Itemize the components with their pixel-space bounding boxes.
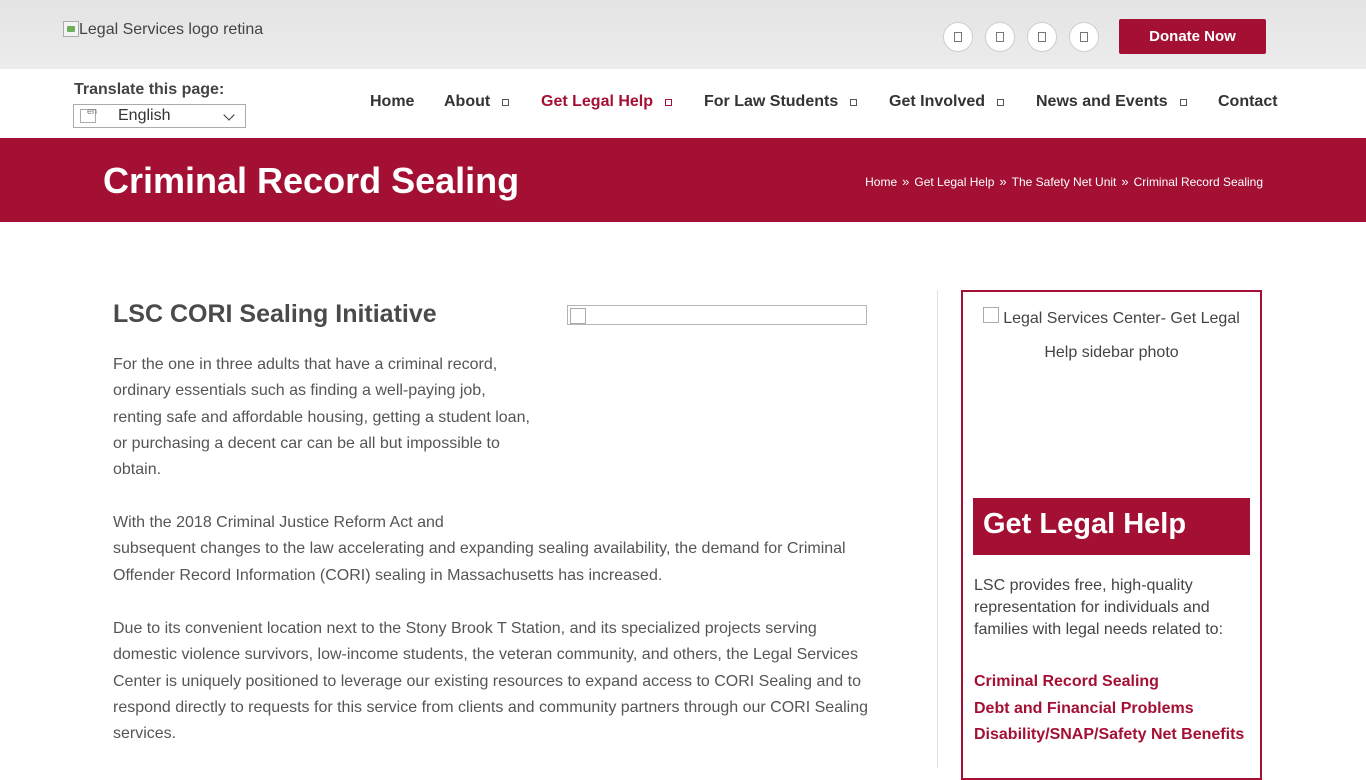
dropdown-icon	[997, 98, 1005, 106]
site-logo[interactable]: Legal Services logo retina	[63, 21, 263, 39]
main-navbar: Translate this page: en English Home Abo…	[0, 69, 1366, 138]
breadcrumb: Home » Get Legal Help » The Safety Net U…	[865, 174, 1263, 189]
social-links	[943, 22, 1111, 52]
content-image-placeholder	[567, 305, 867, 325]
sidebar-link-criminal-record-sealing[interactable]: Criminal Record Sealing	[974, 671, 1251, 693]
breadcrumb-separator: »	[1121, 174, 1129, 189]
facebook-icon[interactable]	[943, 22, 973, 52]
instagram-icon[interactable]	[1027, 22, 1057, 52]
paragraph-reform-act: With the 2018 Criminal Justice Reform Ac…	[113, 514, 846, 584]
breadcrumb-separator: »	[999, 174, 1007, 189]
top-bar: Legal Services logo retina Donate Now	[0, 0, 1366, 69]
nav-item-contact[interactable]: Contact	[1218, 93, 1278, 111]
breadcrumb-get-legal-help[interactable]: Get Legal Help	[914, 175, 994, 189]
column-divider	[937, 290, 938, 768]
paragraph-intro: For the one in three adults that have a …	[113, 356, 530, 479]
sidebar-link-disability-snap[interactable]: Disability/SNAP/Safety Net Benefits	[974, 724, 1251, 746]
sidebar-description: LSC provides free, high-quality represen…	[974, 577, 1224, 638]
youtube-icon[interactable]	[1069, 22, 1099, 52]
sidebar-link-debt-financial[interactable]: Debt and Financial Problems	[974, 698, 1251, 720]
breadcrumb-safety-net-unit[interactable]: The Safety Net Unit	[1012, 175, 1117, 189]
sidebar-heading: Get Legal Help	[973, 498, 1250, 555]
nav-item-get-involved[interactable]: Get Involved	[889, 93, 1005, 111]
broken-image-icon	[63, 21, 79, 37]
donate-button[interactable]: Donate Now	[1119, 19, 1266, 54]
page-title: Criminal Record Sealing	[103, 160, 520, 201]
breadcrumb-separator: »	[902, 174, 910, 189]
logo-alt-text: Legal Services logo retina	[79, 21, 264, 38]
paragraph-lsc-position: Due to its convenient location next to t…	[113, 620, 868, 743]
dropdown-icon	[665, 98, 673, 106]
nav-item-get-legal-help[interactable]: Get Legal Help	[541, 93, 673, 111]
dropdown-icon	[502, 98, 510, 106]
sidebar-photo: Legal Services Center- Get Legal Help si…	[973, 302, 1250, 498]
section-heading: LSC CORI Sealing Initiative	[113, 300, 437, 328]
breadcrumb-home[interactable]: Home	[865, 175, 897, 189]
nav-item-home[interactable]: Home	[370, 93, 414, 111]
nav-menu: Home About Get Legal Help For Law Studen…	[0, 93, 1366, 115]
nav-item-about[interactable]: About	[444, 93, 510, 111]
nav-item-for-law-students[interactable]: For Law Students	[704, 93, 858, 111]
dropdown-icon	[850, 98, 858, 106]
dropdown-icon	[1179, 98, 1187, 106]
sidebar-links: Criminal Record Sealing Debt and Financi…	[974, 671, 1251, 751]
nav-item-news-and-events[interactable]: News and Events	[1036, 93, 1187, 111]
breadcrumb-current: Criminal Record Sealing	[1133, 174, 1263, 189]
twitter-icon[interactable]	[985, 22, 1015, 52]
broken-image-icon	[983, 306, 1000, 323]
page-banner: Criminal Record Sealing Home » Get Legal…	[0, 138, 1366, 222]
sidebar-get-legal-help: Legal Services Center- Get Legal Help si…	[961, 290, 1262, 780]
